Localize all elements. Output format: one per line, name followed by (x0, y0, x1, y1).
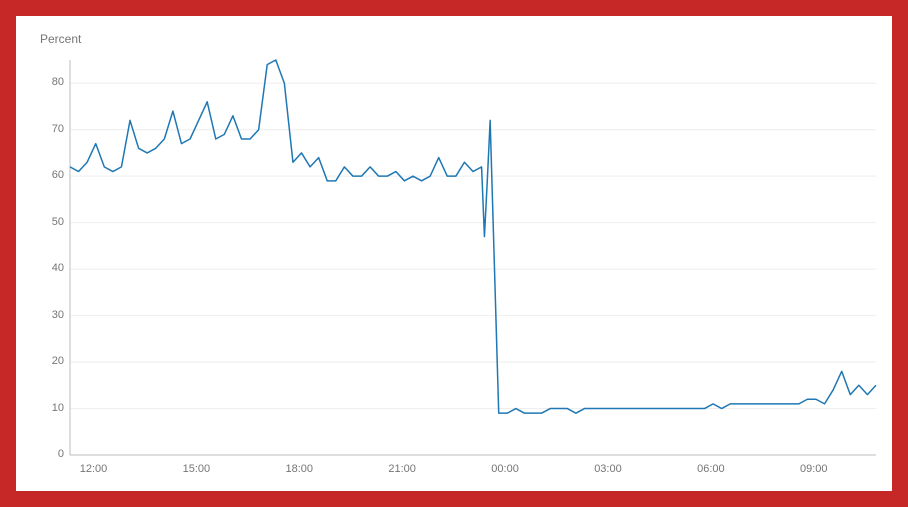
y-tick-label: 40 (52, 262, 64, 274)
x-tick-label: 09:00 (800, 463, 828, 475)
x-tick-label: 18:00 (286, 463, 314, 475)
x-tick-label: 12:00 (80, 463, 108, 475)
x-tick-label: 21:00 (388, 463, 416, 475)
y-tick-label: 70 (52, 123, 64, 135)
x-tick-label: 15:00 (183, 463, 211, 475)
y-axis-label: Percent (40, 32, 81, 46)
x-tick-label: 06:00 (697, 463, 725, 475)
x-tick-label: 00:00 (491, 463, 519, 475)
y-tick-label: 50 (52, 216, 64, 228)
y-tick-label: 0 (58, 448, 64, 460)
y-tick-label: 60 (52, 169, 64, 181)
y-tick-label: 80 (52, 76, 64, 88)
plot-area (70, 60, 876, 455)
chart-card: Percent 0 10 20 30 40 50 60 70 80 12:00 15:00 18:0… (16, 16, 892, 491)
data-line (70, 60, 876, 413)
y-tick-label: 20 (52, 355, 64, 367)
x-tick-label: 03:00 (594, 463, 622, 475)
y-tick-label: 10 (52, 402, 64, 414)
outer-frame: Percent 0 10 20 30 40 50 60 70 80 12:00 15:00 18:0… (0, 0, 908, 507)
chart-svg (70, 60, 876, 455)
y-tick-label: 30 (52, 309, 64, 321)
